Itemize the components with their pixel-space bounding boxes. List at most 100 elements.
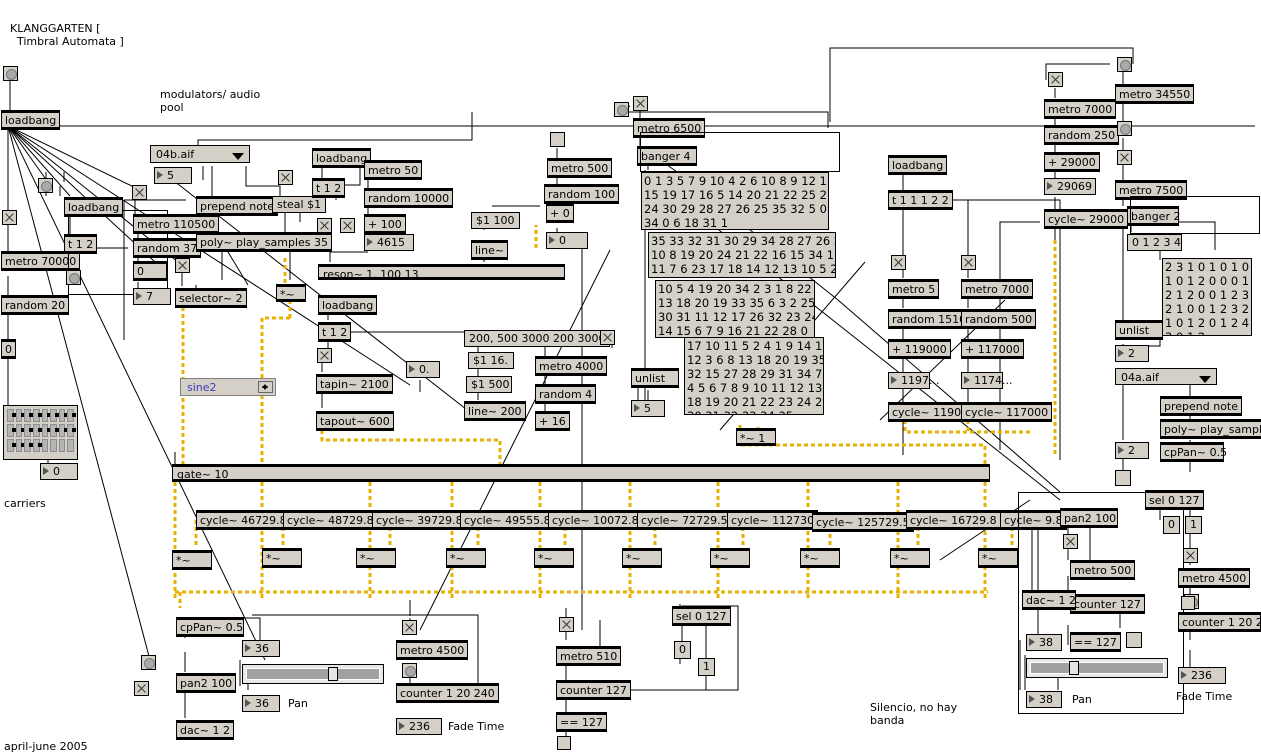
message-right-matrix-list[interactable]: 2 3 1 0 1 0 1 0 1 0 1 2 0 0 0 1 2 1 2 0 …: [1162, 258, 1252, 336]
number-box-5[interactable]: 5: [154, 167, 192, 184]
number-box-matrix-out[interactable]: 0: [40, 463, 78, 480]
number-box-29069[interactable]: 29069: [1044, 178, 1096, 195]
slider-knob[interactable]: [328, 667, 338, 681]
toggle-delay-metro[interactable]: [600, 330, 615, 345]
bang-left-2[interactable]: [38, 178, 53, 193]
matrix-cell[interactable]: [7, 409, 16, 422]
object-plus-119000[interactable]: + 119000: [888, 339, 951, 359]
object-multiply-carrier-9[interactable]: *~: [890, 548, 930, 568]
object-metro-50[interactable]: metro 50: [364, 160, 423, 180]
object-poly-play-samples-right[interactable]: poly~ play_samples 5: [1160, 419, 1261, 439]
message-1-100[interactable]: $1 100: [471, 212, 520, 229]
object-line-tilde[interactable]: line~: [471, 240, 509, 260]
object-random-10000[interactable]: random 10000: [364, 188, 454, 208]
object-plus-29000[interactable]: + 29000: [1044, 152, 1100, 172]
matrix-cell[interactable]: [50, 439, 57, 452]
matrix-cell[interactable]: [67, 424, 76, 437]
object-plus-0[interactable]: + 0: [546, 203, 574, 223]
bang-right-1[interactable]: [1117, 57, 1132, 72]
bang-top-left[interactable]: [3, 66, 18, 81]
object-cycle-carrier-2[interactable]: cycle~ 48729.8: [283, 510, 378, 530]
number-box-5-center[interactable]: 5: [631, 400, 665, 417]
message-automata-list-1[interactable]: 0 1 3 5 7 9 10 4 2 6 10 8 9 12 13 11 15 …: [641, 172, 829, 230]
object-multiply-1[interactable]: *~ 1: [736, 428, 776, 446]
number-box-0-mid[interactable]: 0: [546, 232, 588, 249]
object-metro-500-right[interactable]: metro 500: [1070, 560, 1136, 580]
toggle-fade-right[interactable]: [1183, 548, 1198, 563]
object-t-1-2-reson[interactable]: t 1 2: [312, 178, 346, 198]
number-box-0-dot[interactable]: 0.: [406, 361, 440, 378]
object-prepend-note-right[interactable]: prepend note: [1160, 396, 1243, 416]
object-metro-500-mid[interactable]: metro 500: [547, 158, 613, 178]
object-metro-4500-right[interactable]: metro 4500: [1178, 568, 1251, 588]
object-multiply-carrier-3[interactable]: *~: [356, 548, 396, 568]
toggle-metro-6500[interactable]: [633, 96, 648, 111]
toggle-reson-b[interactable]: [340, 218, 355, 233]
message-automata-list-2[interactable]: 35 33 32 31 30 29 34 28 27 26 25 5 10 8 …: [648, 232, 836, 278]
matrix-cell[interactable]: [15, 409, 25, 422]
matrix-cell[interactable]: [7, 439, 16, 452]
slider-pan-right[interactable]: [1026, 658, 1168, 678]
matrix-row[interactable]: [6, 423, 76, 438]
object-loadbang-reson[interactable]: loadbang: [312, 148, 372, 168]
object-random-250[interactable]: random 250: [1044, 125, 1120, 145]
object-selector-2[interactable]: selector~ 2: [175, 288, 247, 308]
object-cycle-carrier-6[interactable]: cycle~ 72729.5: [637, 510, 732, 530]
object-counter-127-center[interactable]: counter 127: [556, 680, 631, 700]
toggle-delay[interactable]: [317, 348, 332, 363]
bang-fade-left[interactable]: [402, 663, 417, 678]
object-cycle-carrier-4[interactable]: cycle~ 49555.8: [460, 510, 555, 530]
number-box-fade-left[interactable]: 236: [396, 718, 442, 735]
slider-knob-right[interactable]: [1069, 661, 1079, 675]
message-16[interactable]: $1 16.: [468, 352, 514, 369]
object-multiply-reson[interactable]: *~: [276, 284, 306, 302]
object-cycle-117000[interactable]: cycle~ 117000: [961, 402, 1053, 422]
number-box-119000[interactable]: 1197...: [888, 372, 939, 389]
object-t-1-2-left[interactable]: t 1 2: [64, 234, 98, 254]
object-zero-left[interactable]: 0: [1, 339, 16, 359]
object-multiply-carrier-1[interactable]: *~: [172, 550, 212, 570]
object-counter-left[interactable]: counter 1 20 240: [396, 683, 499, 703]
matrix-row[interactable]: [6, 408, 76, 423]
object-multiply-carrier-6[interactable]: *~: [622, 548, 662, 568]
matrix-row[interactable]: [6, 438, 75, 453]
object-t-1-1-1-2-2[interactable]: t 1 1 1 2 2: [888, 190, 953, 210]
object-random-500[interactable]: random 500: [961, 309, 1037, 329]
object-metro-510[interactable]: metro 510: [556, 646, 622, 666]
object-random-4[interactable]: random 4: [535, 384, 597, 404]
object-multiply-carrier-2[interactable]: *~: [262, 548, 302, 568]
number-box-2-right[interactable]: 2: [1115, 345, 1149, 362]
matrix-cell[interactable]: [7, 424, 16, 437]
object-line-200[interactable]: line~ 200: [464, 401, 526, 421]
object-counter-127-right[interactable]: counter 127: [1070, 594, 1145, 614]
matrix-cell[interactable]: [32, 424, 42, 437]
matrix-cell[interactable]: [24, 409, 33, 422]
object-cycle-carrier-7[interactable]: cycle~ 112730: [727, 510, 819, 530]
toggle-metro-7000-b[interactable]: [961, 255, 976, 270]
toggle-metro-110500[interactable]: [132, 185, 147, 200]
button-metro-500[interactable]: [550, 132, 565, 147]
toggle-metro-7000-c[interactable]: [1048, 72, 1063, 87]
number-box-pan-right-a[interactable]: 38: [1026, 634, 1062, 651]
object-plus-117000[interactable]: + 117000: [961, 339, 1024, 359]
button-midi-right[interactable]: [1126, 632, 1142, 648]
message-ramp-list[interactable]: 200, 500 3000 200 3000: [464, 330, 611, 347]
object-counter-right[interactable]: counter 1 20 240: [1178, 612, 1261, 632]
object-pan2-left[interactable]: pan2 100: [176, 673, 236, 693]
object-cycle-carrier-1[interactable]: cycle~ 46729.8: [196, 510, 291, 530]
object-multiply-carrier-5[interactable]: *~: [534, 548, 574, 568]
object-plus-100[interactable]: + 100: [364, 214, 406, 234]
object-metro-5[interactable]: metro 5: [888, 279, 940, 299]
object-metro-4500-left[interactable]: metro 4500: [396, 640, 469, 660]
object-loadbang-2[interactable]: loadbang: [63, 197, 124, 217]
slider-pan-left[interactable]: [242, 664, 384, 684]
object-metro-4000[interactable]: metro 4000: [535, 356, 608, 376]
button-stray-right[interactable]: [1115, 470, 1131, 486]
object-dac-right[interactable]: dac~ 1 2: [1022, 590, 1076, 610]
object-unlist-center[interactable]: unlist: [631, 368, 679, 388]
toggle-selector[interactable]: [175, 258, 190, 273]
bang-stray-1[interactable]: [141, 655, 156, 670]
umenu-waveform[interactable]: sine2: [180, 378, 276, 396]
number-box-pan-right-b[interactable]: 38: [1026, 691, 1062, 708]
object-unlist-right[interactable]: unlist: [1115, 320, 1163, 340]
